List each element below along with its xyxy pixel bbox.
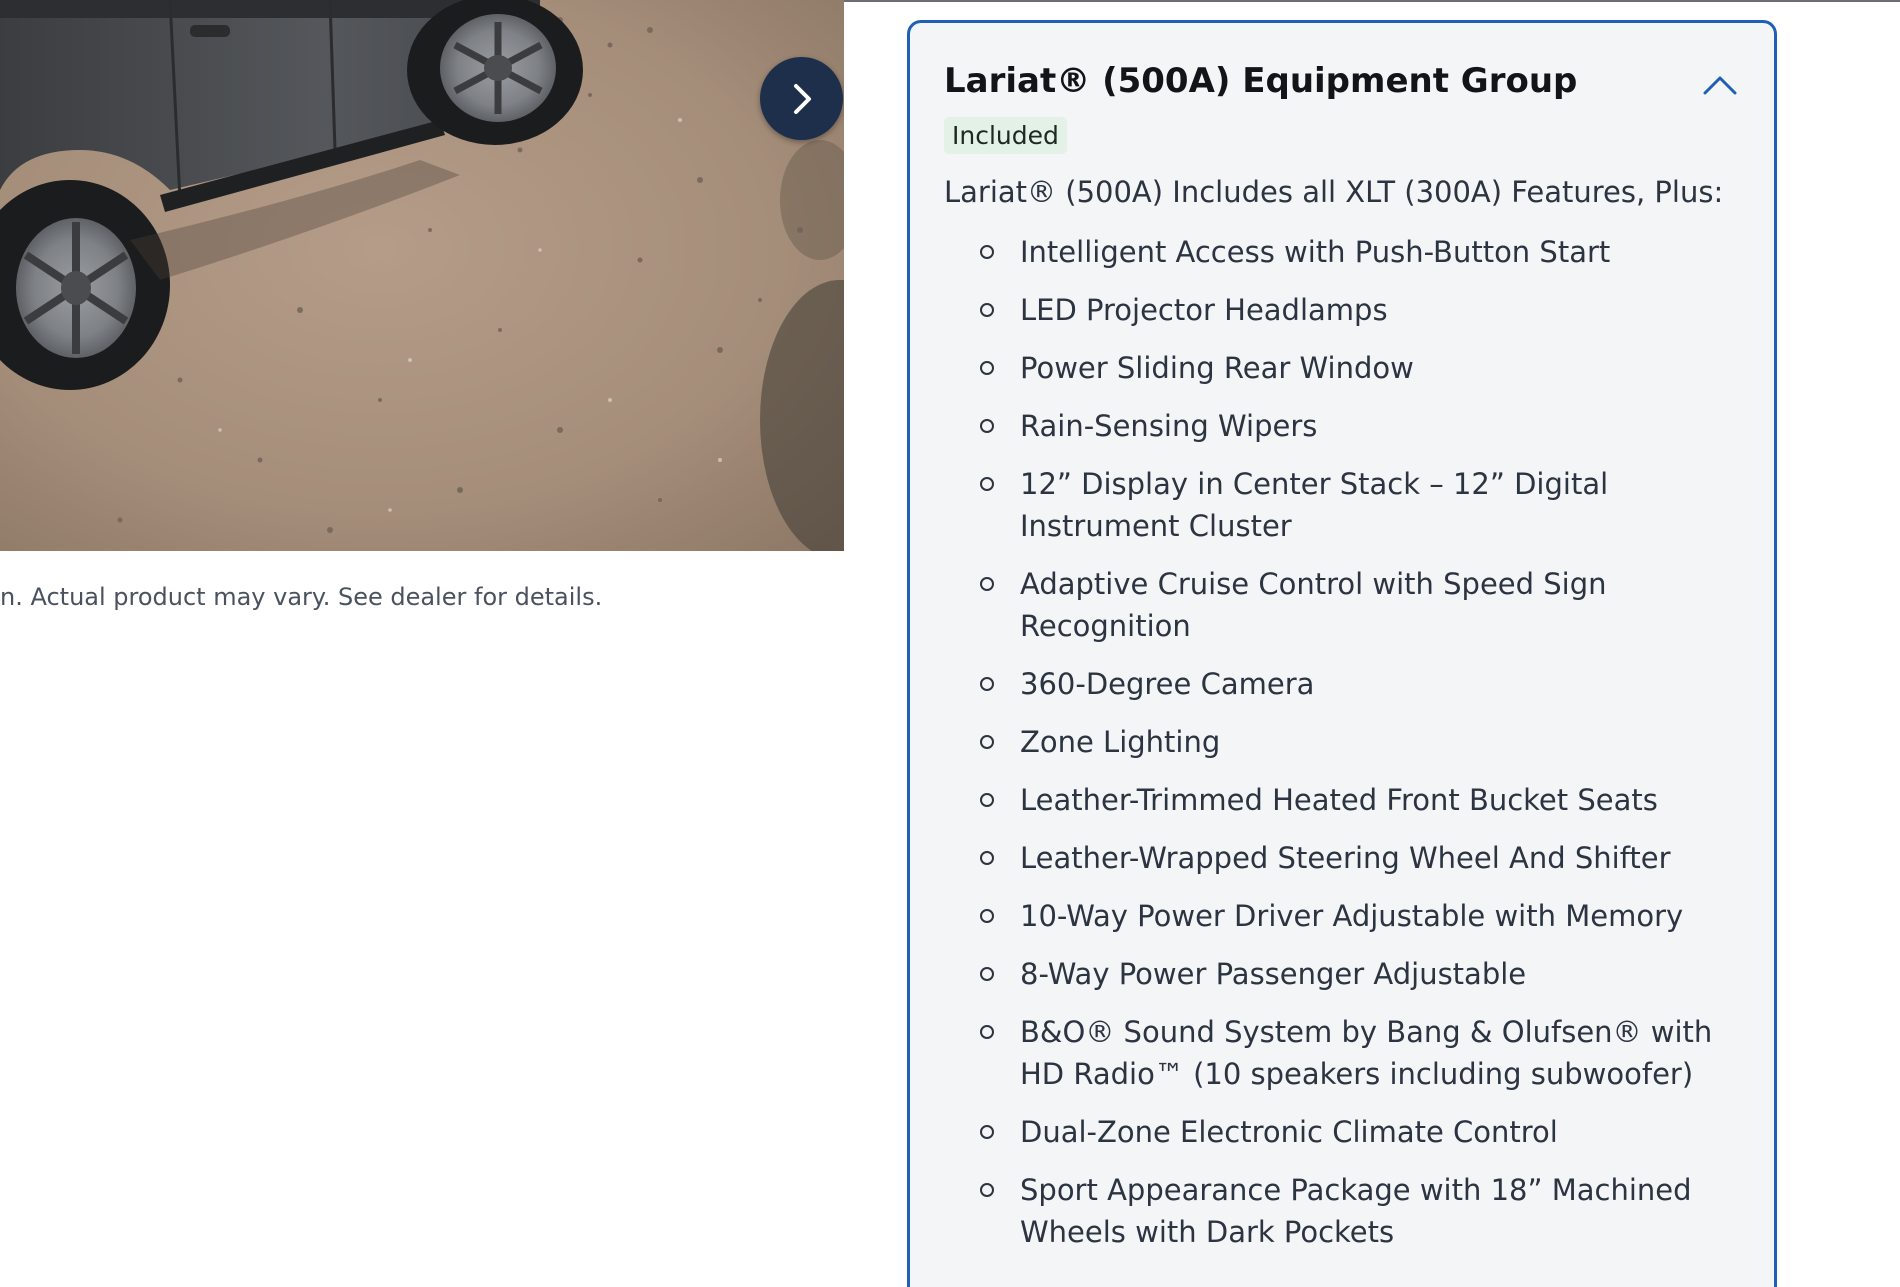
feature-text: Intelligent Access with Push-Button Star…	[1020, 235, 1611, 269]
image-disclaimer: n. Actual product may vary. See dealer f…	[0, 583, 603, 611]
feature-item: Leather-Wrapped Steering Wheel And Shift…	[980, 837, 1740, 879]
feature-text: 12” Display in Center Stack – 12” Digita…	[1020, 467, 1609, 543]
included-badge: Included	[944, 117, 1067, 154]
circle-bullet-icon	[980, 303, 994, 317]
circle-bullet-icon	[980, 577, 994, 591]
feature-item: 10-Way Power Driver Adjustable with Memo…	[980, 895, 1740, 937]
vehicle-image-gallery	[0, 0, 844, 551]
circle-bullet-icon	[980, 477, 994, 491]
feature-item: B&O® Sound System by Bang & Olufsen® wit…	[980, 1011, 1740, 1095]
circle-bullet-icon	[980, 361, 994, 375]
feature-item: LED Projector Headlamps	[980, 289, 1740, 331]
feature-item: Zone Lighting	[980, 721, 1740, 763]
circle-bullet-icon	[980, 1125, 994, 1139]
circle-bullet-icon	[980, 677, 994, 691]
feature-item: 8-Way Power Passenger Adjustable	[980, 953, 1740, 995]
feature-item: Intelligent Access with Push-Button Star…	[980, 231, 1740, 273]
feature-item: Adaptive Cruise Control with Speed Sign …	[980, 563, 1740, 647]
feature-item: Rain-Sensing Wipers	[980, 405, 1740, 447]
feature-item: Sport Appearance Package with 18” Machin…	[980, 1169, 1740, 1253]
equipment-group-panel: Lariat® (500A) Equipment Group Included …	[907, 20, 1777, 1287]
package-title: Lariat® (500A) Equipment Group	[944, 61, 1578, 101]
feature-text: Rain-Sensing Wipers	[1020, 409, 1318, 443]
feature-text: Power Sliding Rear Window	[1020, 351, 1414, 385]
feature-text: Zone Lighting	[1020, 725, 1221, 759]
feature-item: Power Sliding Rear Window	[980, 347, 1740, 389]
chevron-up-icon	[1703, 76, 1737, 95]
feature-text: B&O® Sound System by Bang & Olufsen® wit…	[1020, 1015, 1713, 1091]
circle-bullet-icon	[980, 909, 994, 923]
circle-bullet-icon	[980, 1025, 994, 1039]
feature-item: Leather-Trimmed Heated Front Bucket Seat…	[980, 779, 1740, 821]
top-divider	[844, 0, 1900, 2]
feature-text: 360-Degree Camera	[1020, 667, 1315, 701]
vehicle-image	[0, 0, 844, 551]
package-intro: Lariat® (500A) Includes all XLT (300A) F…	[944, 175, 1724, 209]
feature-text: 8-Way Power Passenger Adjustable	[1020, 957, 1527, 991]
circle-bullet-icon	[980, 1183, 994, 1197]
feature-text: Adaptive Cruise Control with Speed Sign …	[1020, 567, 1607, 643]
feature-text: Leather-Wrapped Steering Wheel And Shift…	[1020, 841, 1671, 875]
feature-text: 10-Way Power Driver Adjustable with Memo…	[1020, 899, 1684, 933]
feature-list: Intelligent Access with Push-Button Star…	[980, 231, 1740, 1269]
feature-text: Sport Appearance Package with 18” Machin…	[1020, 1173, 1692, 1249]
chevron-right-icon	[793, 83, 811, 114]
feature-text: Leather-Trimmed Heated Front Bucket Seat…	[1020, 783, 1658, 817]
collapse-button[interactable]	[1698, 65, 1742, 105]
feature-item: 12” Display in Center Stack – 12” Digita…	[980, 463, 1740, 547]
feature-text: LED Projector Headlamps	[1020, 293, 1388, 327]
next-image-button[interactable]	[760, 57, 843, 140]
page: n. Actual product may vary. See dealer f…	[0, 0, 1900, 1287]
circle-bullet-icon	[980, 793, 994, 807]
circle-bullet-icon	[980, 419, 994, 433]
feature-text: Dual-Zone Electronic Climate Control	[1020, 1115, 1558, 1149]
circle-bullet-icon	[980, 967, 994, 981]
feature-item: Dual-Zone Electronic Climate Control	[980, 1111, 1740, 1153]
circle-bullet-icon	[980, 735, 994, 749]
feature-item: 360-Degree Camera	[980, 663, 1740, 705]
circle-bullet-icon	[980, 851, 994, 865]
circle-bullet-icon	[980, 245, 994, 259]
